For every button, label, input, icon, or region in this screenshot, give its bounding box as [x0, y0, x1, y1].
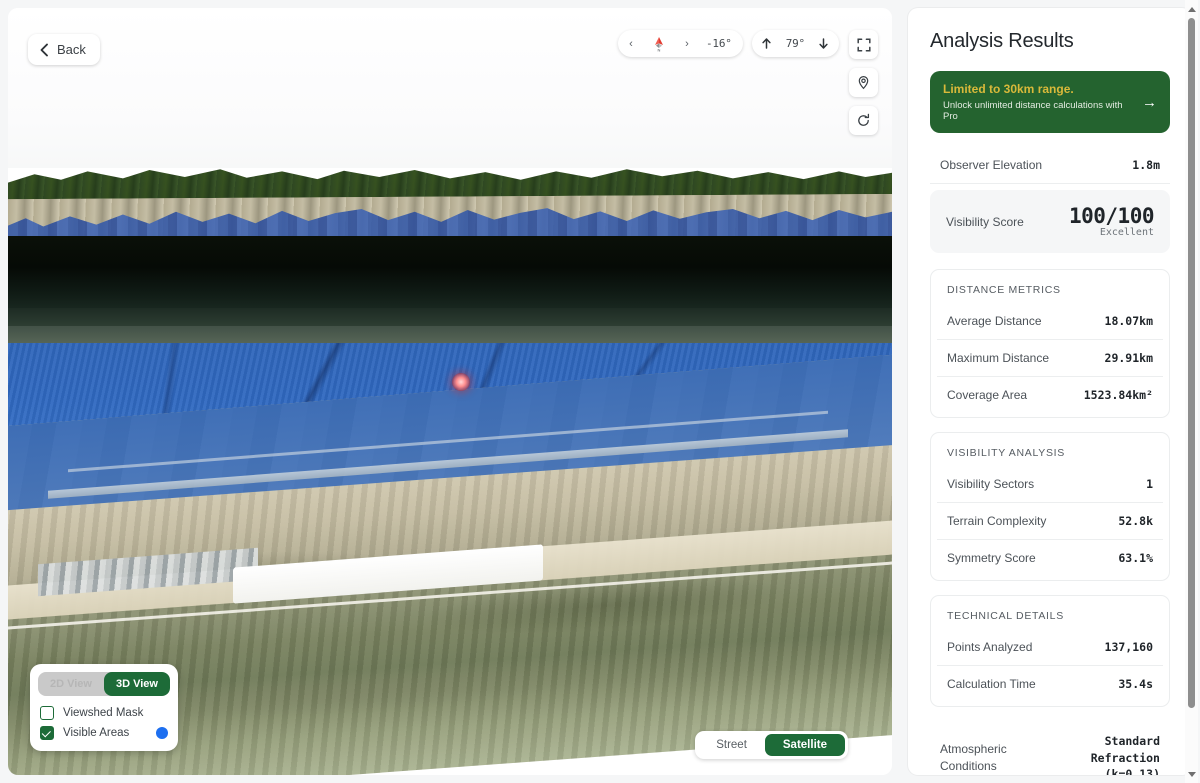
- basemap-satellite[interactable]: Satellite: [764, 734, 845, 756]
- metric-label: Coverage Area: [947, 388, 1028, 403]
- distance-metrics-card: DISTANCE METRICS Average Distance 18.07k…: [930, 269, 1170, 419]
- refresh-icon: [858, 113, 870, 126]
- back-button-label: Back: [57, 42, 86, 57]
- fullscreen-button[interactable]: [849, 30, 878, 59]
- pitch-value: 79°: [785, 37, 805, 50]
- atmospheric-conditions-value: Standard Refraction (k=0.13): [1090, 734, 1160, 775]
- metric-value: 1: [1146, 477, 1153, 492]
- metric-value: 52.8k: [1118, 514, 1153, 529]
- scroll-down-arrow-icon[interactable]: [1188, 772, 1196, 777]
- rotate-left-button[interactable]: ‹: [618, 30, 644, 57]
- arrow-down-icon: [819, 38, 829, 49]
- visibility-analysis-heading: VISIBILITY ANALYSIS: [947, 447, 1065, 460]
- arrow-right-icon: →: [1142, 93, 1157, 111]
- metric-value: 29.91km: [1104, 351, 1153, 366]
- metric-value: 35.4s: [1118, 677, 1153, 692]
- visibility-score-label: Visibility Score: [946, 214, 1024, 229]
- chevron-left-icon: [39, 43, 49, 57]
- metric-value: 1523.84km²: [1083, 388, 1153, 403]
- visibility-score-rating: Excellent: [1099, 227, 1154, 239]
- promo-headline: Limited to 30km range.: [943, 82, 1074, 96]
- pitch-up-button[interactable]: [752, 30, 782, 57]
- metric-label: Symmetry Score: [947, 551, 1036, 566]
- distance-metrics-heading: DISTANCE METRICS: [947, 284, 1061, 297]
- table-row: Terrain Complexity 52.8k: [937, 503, 1163, 541]
- table-row: Maximum Distance 29.91km: [937, 340, 1163, 378]
- atmospheric-conditions-row: Atmospheric Conditions Standard Refracti…: [930, 721, 1170, 775]
- arrow-up-icon: [762, 38, 771, 49]
- metric-value: 63.1%: [1118, 551, 1153, 566]
- panel-scrollbar[interactable]: [1185, 0, 1198, 783]
- table-row: Visibility Sectors 1: [937, 466, 1163, 504]
- observer-elevation-row: Observer Elevation 1.8m: [930, 147, 1170, 184]
- metric-label: Maximum Distance: [947, 351, 1050, 366]
- observer-elevation-label: Observer Elevation: [940, 158, 1043, 172]
- promo-subline: Unlock unlimited distance calculations w…: [943, 100, 1123, 122]
- view-mode-2d[interactable]: 2D View: [38, 672, 104, 696]
- visibility-score-value: 100/100: [1068, 204, 1155, 228]
- visible-areas-checkbox[interactable]: [40, 726, 54, 740]
- map-viewport[interactable]: Back ‹ N › -16° 79° 2D View 3D View View…: [8, 8, 892, 775]
- technical-details-heading: TECHNICAL DETAILS: [947, 610, 1064, 623]
- scroll-up-arrow-icon[interactable]: [1188, 7, 1196, 12]
- table-row: Average Distance 18.07km: [937, 303, 1163, 341]
- analysis-results-panel: Analysis Results Limited to 30km range. …: [908, 8, 1192, 775]
- visible-areas-color-swatch[interactable]: [156, 727, 168, 739]
- refresh-button[interactable]: [849, 106, 878, 135]
- location-pin-icon: [858, 75, 869, 90]
- visibility-analysis-card: VISIBILITY ANALYSIS Visibility Sectors 1…: [930, 432, 1170, 582]
- viewshed-mask-label: Viewshed Mask: [63, 707, 144, 719]
- table-row: Calculation Time 35.4s: [937, 666, 1163, 702]
- table-row: Coverage Area 1523.84km²: [937, 377, 1163, 413]
- atmospheric-conditions-label: Atmospheric Conditions: [940, 741, 1007, 774]
- compass-needle-icon: N: [652, 36, 666, 52]
- viewshed-mask-checkbox[interactable]: [40, 706, 54, 720]
- layer-row-viewshed-mask[interactable]: Viewshed Mask: [38, 703, 170, 723]
- camera-toolbar: ‹ N › -16° 79°: [618, 30, 839, 57]
- rotate-right-button[interactable]: ›: [674, 30, 700, 57]
- view-mode-toggle: 2D View 3D View: [38, 672, 170, 696]
- visibility-score-card: Visibility Score 100/100 Excellent: [930, 190, 1170, 254]
- pitch-control: 79°: [751, 30, 839, 57]
- metric-label: Calculation Time: [947, 677, 1036, 692]
- map-tool-stack: [849, 30, 878, 135]
- basemap-street[interactable]: Street: [698, 734, 765, 756]
- visible-areas-label: Visible Areas: [63, 727, 130, 739]
- observer-position-marker[interactable]: [452, 373, 470, 391]
- metric-label: Average Distance: [947, 314, 1042, 329]
- pro-upgrade-banner[interactable]: Limited to 30km range. Unlock unlimited …: [930, 71, 1170, 133]
- metric-label: Points Analyzed: [947, 640, 1033, 655]
- metric-label: Terrain Complexity: [947, 514, 1047, 529]
- layer-row-visible-areas[interactable]: Visible Areas: [38, 723, 170, 743]
- page-title: Analysis Results: [930, 30, 1074, 52]
- terrain-3d-canvas[interactable]: [8, 8, 892, 775]
- compass-reset-button[interactable]: N: [644, 30, 674, 57]
- svg-text:N: N: [658, 47, 661, 51]
- scrollbar-thumb[interactable]: [1188, 18, 1195, 708]
- app-root: Back ‹ N › -16° 79° 2D View 3D View View…: [0, 0, 1200, 783]
- layer-control-panel: 2D View 3D View Viewshed Mask Visible Ar…: [30, 664, 178, 751]
- metric-value: 137,160: [1104, 640, 1153, 655]
- basemap-toggle: Street Satellite: [695, 731, 848, 759]
- observer-elevation-value: 1.8m: [1132, 158, 1160, 172]
- view-mode-3d[interactable]: 3D View: [104, 672, 170, 696]
- pitch-down-button[interactable]: [809, 30, 839, 57]
- bearing-value: -16°: [706, 37, 732, 50]
- fullscreen-icon: [856, 37, 871, 52]
- bearing-control: ‹ N › -16°: [618, 30, 743, 57]
- metric-label: Visibility Sectors: [947, 477, 1035, 492]
- back-button[interactable]: Back: [28, 34, 100, 65]
- technical-details-card: TECHNICAL DETAILS Points Analyzed 137,16…: [930, 595, 1170, 708]
- locate-button[interactable]: [849, 68, 878, 97]
- table-row: Symmetry Score 63.1%: [937, 540, 1163, 576]
- table-row: Points Analyzed 137,160: [937, 629, 1163, 667]
- metric-value: 18.07km: [1104, 314, 1153, 329]
